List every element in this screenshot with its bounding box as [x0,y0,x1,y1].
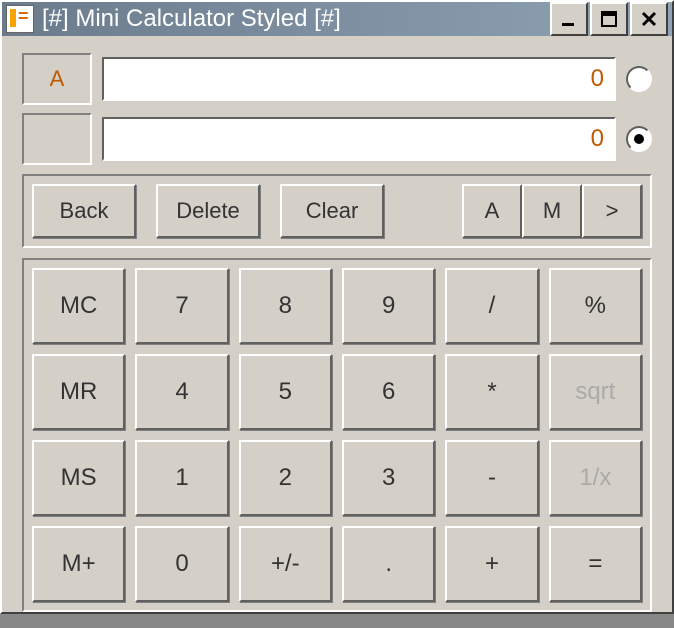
percent-button[interactable]: % [549,268,642,344]
more-button[interactable]: > [582,184,642,238]
digit-1-button[interactable]: 1 [135,440,228,516]
digit-8-button[interactable]: 8 [239,268,332,344]
back-button[interactable]: Back [32,184,136,238]
display-row-a: A 0 [22,54,652,104]
mc-button[interactable]: MC [32,268,125,344]
clear-button[interactable]: Clear [280,184,384,238]
digit-2-button[interactable]: 2 [239,440,332,516]
decimal-button[interactable]: . [342,526,435,602]
app-icon [6,5,34,33]
mplus-button[interactable]: M+ [32,526,125,602]
display-a-radio[interactable] [626,66,652,92]
digit-4-button[interactable]: 4 [135,354,228,430]
mode-a-button[interactable]: A [462,184,522,238]
maximize-button[interactable] [590,2,628,36]
client-area: A 0 0 Back Delete Clear A M > MC 7 8 [2,36,672,628]
sqrt-button[interactable]: sqrt [549,354,642,430]
sign-button[interactable]: +/- [239,526,332,602]
digit-3-button[interactable]: 3 [342,440,435,516]
divide-button[interactable]: / [445,268,538,344]
multiply-button[interactable]: * [445,354,538,430]
edit-panel: Back Delete Clear A M > [22,174,652,248]
mr-button[interactable]: MR [32,354,125,430]
display-a-label: A [22,53,92,105]
radio-dot-icon [634,134,644,144]
inverse-button[interactable]: 1/x [549,440,642,516]
calculator-window: [#] Mini Calculator Styled [#] A 0 0 [0,0,674,614]
display-a-value: 0 [102,57,616,101]
add-button[interactable]: + [445,526,538,602]
digit-5-button[interactable]: 5 [239,354,332,430]
close-button[interactable] [630,2,668,36]
window-controls [550,2,668,36]
ms-button[interactable]: MS [32,440,125,516]
digit-6-button[interactable]: 6 [342,354,435,430]
window-title: [#] Mini Calculator Styled [#] [42,5,550,33]
display-b-label [22,113,92,165]
display-b-radio[interactable] [626,126,652,152]
minimize-button[interactable] [550,2,588,36]
equals-button[interactable]: = [549,526,642,602]
display-row-b: 0 [22,114,652,164]
close-icon [640,10,658,28]
keypad: MC 7 8 9 / % MR 4 5 6 * sqrt MS 1 2 3 - … [22,258,652,612]
titlebar: [#] Mini Calculator Styled [#] [2,2,672,36]
delete-button[interactable]: Delete [156,184,260,238]
digit-9-button[interactable]: 9 [342,268,435,344]
minimize-icon [560,10,578,28]
subtract-button[interactable]: - [445,440,538,516]
maximize-icon [600,10,618,28]
display-b-value: 0 [102,117,616,161]
digit-0-button[interactable]: 0 [135,526,228,602]
mode-m-button[interactable]: M [522,184,582,238]
digit-7-button[interactable]: 7 [135,268,228,344]
